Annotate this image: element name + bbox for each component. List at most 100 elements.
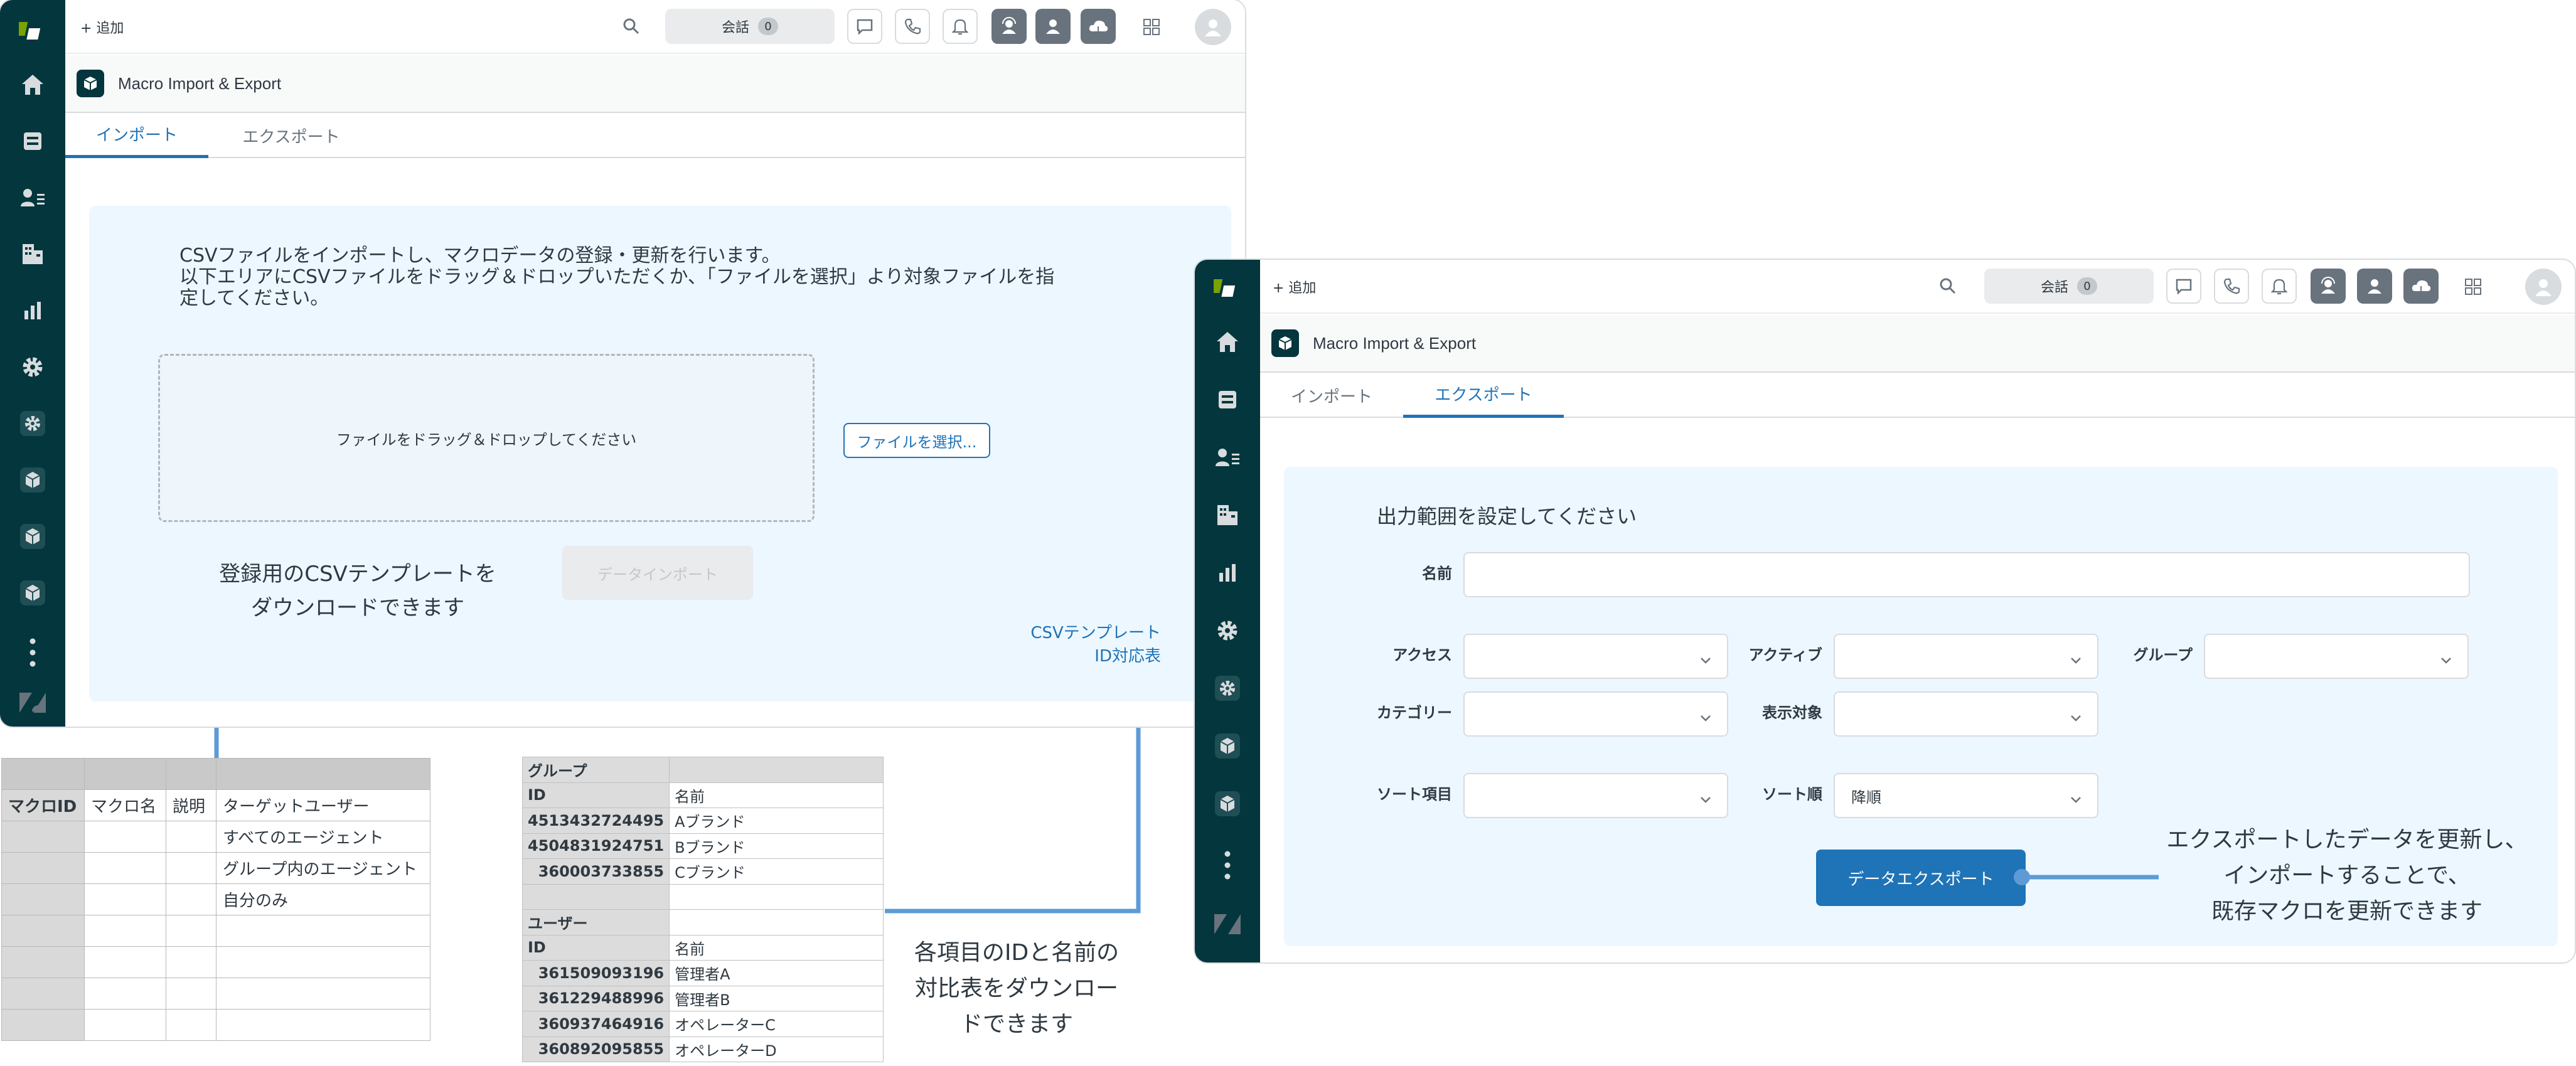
customers-icon[interactable]: [0, 176, 65, 220]
group-name: Aブランド: [669, 807, 884, 834]
group-id: 4504831924751: [521, 833, 670, 859]
conversations-label: 会話: [2040, 280, 2068, 296]
reporting-icon[interactable]: [0, 289, 65, 333]
category-label: カテゴリー: [1377, 704, 1452, 722]
export-heading: 出力範囲を設定してください: [1377, 504, 1637, 528]
group-header-id: ID: [521, 782, 670, 808]
app-grid-icon[interactable]: [1142, 18, 1161, 39]
cloud-icon[interactable]: [2403, 269, 2439, 304]
app-cube-icon[interactable]: [0, 571, 65, 615]
phone-button[interactable]: [2214, 269, 2249, 304]
conversations-count: 0: [2077, 277, 2097, 295]
category-select[interactable]: [1463, 691, 1728, 737]
conversations-button[interactable]: 会話 0: [1984, 269, 2154, 304]
sort-order-value: 降順: [1851, 788, 1881, 806]
app-cube-icon[interactable]: [1195, 782, 1260, 826]
app-header: Macro Import & Export: [1260, 315, 2575, 373]
csv-template-sheet: マクロID マクロ名 説明 ターゲットユーザー すべてのエージェント グループ内…: [1, 758, 430, 1041]
user-header-id: ID: [521, 934, 670, 961]
more-apps-icon[interactable]: [0, 631, 65, 674]
sort-item-select[interactable]: [1463, 773, 1728, 818]
admin-gear-icon[interactable]: [0, 345, 65, 389]
active-label: アクティブ: [1748, 646, 1822, 664]
app-cube-icon[interactable]: [0, 458, 65, 502]
chevron-down-icon: [2070, 709, 2082, 727]
export-connector: [2014, 869, 2159, 885]
tab-import[interactable]: インポート: [1260, 373, 1403, 418]
search-icon[interactable]: [1939, 277, 1957, 297]
phone-button[interactable]: [895, 9, 930, 44]
conversations-button[interactable]: 会話 0: [665, 9, 835, 44]
top-bar: + 追加 会話 0: [1260, 260, 2575, 314]
access-label: アクセス: [1392, 646, 1452, 664]
app-cube-icon[interactable]: [1195, 724, 1260, 768]
views-icon[interactable]: [0, 119, 65, 163]
app-header: Macro Import & Export: [65, 55, 1245, 113]
export-annotation-line1: エクスポートしたデータを更新し、: [2166, 827, 2528, 853]
idtable-annotation-line2: 対比表をダウンロー: [914, 976, 1118, 1001]
app-title: Macro Import & Export: [1313, 333, 1477, 353]
choose-file-button[interactable]: ファイルを選択...: [843, 423, 990, 458]
tab-export[interactable]: エクスポート: [208, 113, 374, 158]
admin-gear-icon[interactable]: [1195, 609, 1260, 653]
template-annotation-line1: 登録用のCSVテンプレートを: [219, 562, 496, 587]
settings-app-icon[interactable]: [0, 402, 65, 445]
group-name: Bブランド: [669, 833, 884, 859]
app-cube-icon[interactable]: [0, 514, 65, 558]
user-profile-icon[interactable]: [2357, 269, 2392, 304]
group-section-title: グループ: [521, 757, 670, 783]
active-select[interactable]: [1834, 634, 2098, 679]
zendesk-z-icon: [1195, 902, 1260, 946]
target-value: 自分のみ: [216, 883, 430, 915]
user-section-title: ユーザー: [521, 909, 670, 935]
agent-status-icon[interactable]: [2311, 269, 2346, 304]
customers-icon[interactable]: [1195, 435, 1260, 479]
settings-app-icon[interactable]: [1195, 666, 1260, 710]
chat-button[interactable]: [847, 9, 882, 44]
sort-order-label: ソート順: [1762, 786, 1822, 803]
group-select[interactable]: [2204, 634, 2469, 679]
name-input[interactable]: [1463, 552, 2470, 597]
zendesk-z-icon: [0, 681, 65, 725]
app-grid-icon[interactable]: [2464, 277, 2482, 299]
chevron-down-icon: [2070, 791, 2082, 808]
zendesk-logo[interactable]: [1195, 265, 1260, 309]
notifications-button[interactable]: [2262, 269, 2297, 304]
header-description: 説明: [166, 789, 216, 821]
access-select[interactable]: [1463, 634, 1728, 679]
zendesk-logo[interactable]: [0, 8, 65, 51]
dropzone-text: ファイルをドラッグ＆ドロップしてください: [336, 430, 637, 449]
user-name: 管理者A: [669, 960, 884, 986]
data-export-button[interactable]: データエクスポート: [1816, 850, 2026, 906]
add-button[interactable]: + 追加: [1273, 260, 1316, 314]
organizations-icon[interactable]: [1195, 493, 1260, 537]
organizations-icon[interactable]: [0, 232, 65, 276]
tab-import[interactable]: インポート: [65, 113, 208, 158]
user-name: 管理者B: [669, 985, 884, 1011]
user-name: オペレーターC: [669, 1011, 884, 1037]
id-table-link[interactable]: ID対応表: [1004, 644, 1161, 668]
chat-button[interactable]: [2166, 269, 2201, 304]
avatar[interactable]: [2525, 269, 2562, 305]
search-icon[interactable]: [623, 18, 640, 38]
reporting-icon[interactable]: [1195, 551, 1260, 595]
user-name: オペレーターD: [669, 1036, 884, 1062]
avatar[interactable]: [1195, 9, 1231, 45]
views-icon[interactable]: [1195, 378, 1260, 422]
import-window: + 追加 会話 0 Macro Import & Export インポート エクス…: [0, 0, 1246, 728]
agent-status-icon[interactable]: [991, 9, 1027, 44]
notifications-button[interactable]: [943, 9, 978, 44]
tab-export[interactable]: エクスポート: [1403, 373, 1564, 418]
file-dropzone[interactable]: ファイルをドラッグ＆ドロップしてください: [158, 354, 815, 522]
home-icon[interactable]: [1195, 320, 1260, 364]
user-profile-icon[interactable]: [1035, 9, 1071, 44]
display-target-select[interactable]: [1834, 691, 2098, 737]
cloud-icon[interactable]: [1081, 9, 1116, 44]
csv-template-link[interactable]: CSVテンプレート: [1004, 621, 1161, 645]
more-apps-icon[interactable]: [1195, 843, 1260, 887]
add-button[interactable]: + 追加: [80, 0, 124, 54]
sort-order-select[interactable]: 降順: [1834, 773, 2098, 818]
data-import-button[interactable]: データインポート: [562, 546, 753, 600]
home-icon[interactable]: [0, 63, 65, 107]
app-logo-icon: [1271, 329, 1299, 357]
